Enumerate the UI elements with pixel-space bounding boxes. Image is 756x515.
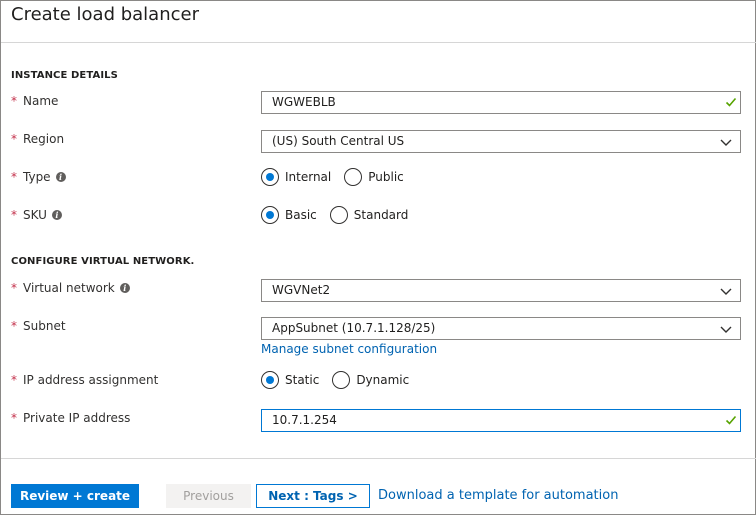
type-public-radio[interactable]: Public xyxy=(344,168,404,186)
header-divider xyxy=(1,42,756,43)
manage-subnet-link[interactable]: Manage subnet configuration xyxy=(261,342,437,356)
required-marker: * xyxy=(11,94,17,108)
required-marker: * xyxy=(11,373,17,387)
subnet-label-text: Subnet xyxy=(23,319,66,333)
info-icon[interactable]: i xyxy=(119,283,130,293)
region-select-value: (US) South Central US xyxy=(272,134,405,148)
chevron-down-icon xyxy=(720,326,732,333)
type-public-label: Public xyxy=(368,170,404,184)
private-ip-label-text: Private IP address xyxy=(23,411,131,425)
sku-label: * SKU i xyxy=(11,208,62,222)
region-select[interactable]: (US) South Central US xyxy=(261,130,741,153)
private-ip-label: * Private IP address xyxy=(11,411,130,425)
info-icon[interactable]: i xyxy=(55,172,66,182)
type-label-text: Type xyxy=(23,170,51,184)
create-load-balancer-blade: Create load balancer INSTANCE DETAILS * … xyxy=(0,0,756,515)
name-input[interactable]: WGWEBLB xyxy=(261,91,741,114)
footer-divider xyxy=(1,458,756,459)
sku-radio-group: Basic Standard xyxy=(261,206,421,224)
ip-static-label: Static xyxy=(285,373,320,387)
private-ip-input[interactable]: 10.7.1.254 xyxy=(261,409,741,432)
sku-label-text: SKU xyxy=(23,208,47,222)
subnet-select[interactable]: AppSubnet (10.7.1.128/25) xyxy=(261,317,741,340)
region-label: * Region xyxy=(11,132,64,146)
radio-checked-indicator xyxy=(261,371,279,389)
name-input-value: WGWEBLB xyxy=(272,95,336,109)
type-internal-radio[interactable]: Internal xyxy=(261,168,331,186)
radio-unchecked-indicator xyxy=(332,371,351,389)
required-marker: * xyxy=(11,281,17,295)
check-icon xyxy=(725,97,737,107)
download-template-link[interactable]: Download a template for automation xyxy=(378,488,618,503)
ip-dynamic-label: Dynamic xyxy=(356,373,410,387)
region-label-text: Region xyxy=(23,132,65,146)
ip-assignment-radio-group: Static Dynamic xyxy=(261,371,422,389)
type-radio-group: Internal Public xyxy=(261,168,417,186)
page-title: Create load balancer xyxy=(11,4,199,25)
required-marker: * xyxy=(11,170,17,184)
sku-basic-radio[interactable]: Basic xyxy=(261,206,317,224)
ip-dynamic-radio[interactable]: Dynamic xyxy=(332,371,409,389)
ip-static-radio[interactable]: Static xyxy=(261,371,319,389)
info-icon[interactable]: i xyxy=(51,210,62,220)
sku-basic-label: Basic xyxy=(285,208,317,222)
sku-standard-radio[interactable]: Standard xyxy=(329,206,409,224)
review-create-button[interactable]: Review + create xyxy=(11,484,139,508)
next-tags-button[interactable]: Next : Tags > xyxy=(256,484,370,508)
vnet-label: * Virtual network i xyxy=(11,281,130,295)
ip-assignment-label: * IP address assignment xyxy=(11,373,158,387)
subnet-select-value: AppSubnet (10.7.1.128/25) xyxy=(272,321,436,335)
vnet-select-value: WGVNet2 xyxy=(272,283,331,297)
section-instance-details: INSTANCE DETAILS xyxy=(11,70,118,81)
name-label-text: Name xyxy=(23,94,59,108)
radio-unchecked-indicator xyxy=(344,168,363,186)
type-internal-label: Internal xyxy=(285,170,332,184)
sku-standard-label: Standard xyxy=(353,208,409,222)
radio-checked-indicator xyxy=(261,168,279,186)
previous-button[interactable]: Previous xyxy=(166,484,251,508)
required-marker: * xyxy=(11,319,17,333)
radio-checked-indicator xyxy=(261,206,279,224)
vnet-label-text: Virtual network xyxy=(23,281,115,295)
ip-assignment-label-text: IP address assignment xyxy=(23,373,159,387)
required-marker: * xyxy=(11,411,17,425)
vnet-select[interactable]: WGVNet2 xyxy=(261,279,741,302)
required-marker: * xyxy=(11,208,17,222)
private-ip-input-value: 10.7.1.254 xyxy=(272,413,337,427)
chevron-down-icon xyxy=(720,288,732,295)
subnet-label: * Subnet xyxy=(11,319,66,333)
required-marker: * xyxy=(11,132,17,146)
name-label: * Name xyxy=(11,94,58,108)
chevron-down-icon xyxy=(720,139,732,146)
type-label: * Type i xyxy=(11,170,66,184)
check-icon xyxy=(725,415,737,425)
section-virtual-network: CONFIGURE VIRTUAL NETWORK. xyxy=(11,256,195,267)
radio-unchecked-indicator xyxy=(329,206,348,224)
